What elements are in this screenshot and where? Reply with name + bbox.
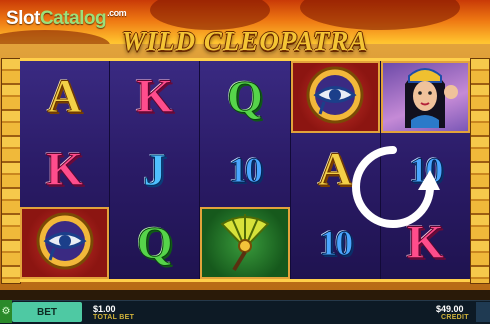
eye-of-horus-icon — [32, 210, 98, 277]
reel-symbol: Q — [110, 207, 199, 279]
symbol-q: Q — [227, 71, 264, 122]
settings-button[interactable]: ⚙ — [0, 300, 12, 323]
total-bet-label: TOTAL BET — [93, 314, 135, 321]
credit-value: $49.00 — [436, 304, 464, 314]
menu-button[interactable] — [476, 302, 490, 322]
cleopatra-portrait-icon — [387, 62, 463, 133]
total-bet-value: $1.00 — [93, 304, 116, 314]
gear-icon: ⚙ — [1, 306, 11, 317]
reel-symbol: A — [20, 61, 109, 133]
reel-symbol: J — [110, 134, 199, 206]
bet-button[interactable]: BET — [12, 302, 82, 322]
symbol-q: Q — [136, 217, 173, 268]
reel-symbol: K — [20, 134, 109, 206]
reel-1: AK — [20, 61, 111, 279]
game-title: WILD CLEOPATRA — [121, 26, 369, 56]
reel-symbol: 10 — [200, 134, 289, 206]
spin-arrow-icon[interactable] — [346, 140, 440, 234]
right-pillar — [470, 58, 490, 284]
eye-of-horus-icon — [302, 64, 368, 131]
reel-3: Q 10 — [200, 61, 291, 279]
left-pillar — [1, 58, 21, 284]
reel-2: KJQ — [110, 61, 201, 279]
symbol-j: J — [143, 144, 167, 195]
reel-symbol — [200, 207, 290, 279]
symbol-10: 10 — [229, 150, 264, 190]
site-watermark-logo: SlotCatalog.com — [6, 8, 127, 29]
credit-label: CREDIT — [441, 314, 469, 321]
symbol-k: K — [136, 70, 174, 123]
symbol-k: K — [45, 143, 84, 196]
symbol-a: A — [47, 70, 83, 123]
palm-fan-icon — [212, 208, 278, 279]
reel-symbol — [290, 61, 380, 133]
reel-symbol — [380, 61, 471, 133]
reel-symbol: Q — [200, 61, 289, 133]
reel-symbol — [20, 207, 110, 279]
reel-symbol: K — [110, 61, 199, 133]
